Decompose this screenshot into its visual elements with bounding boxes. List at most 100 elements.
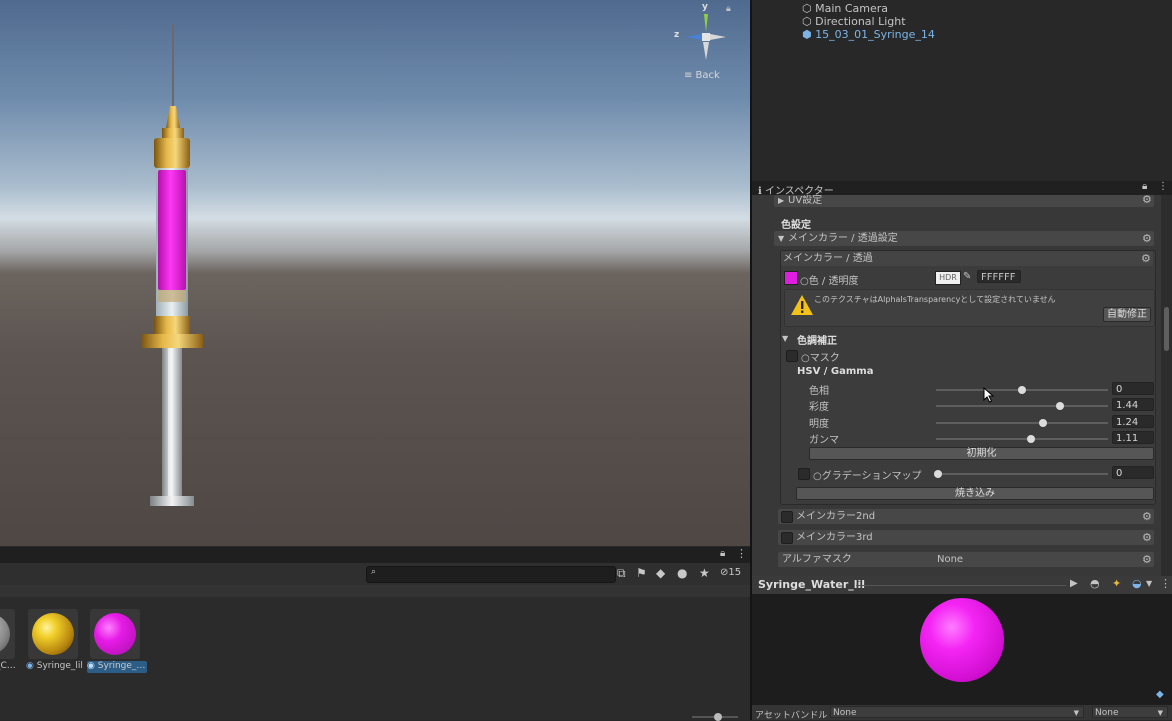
info-icon[interactable]: ●	[677, 566, 687, 580]
axis-gizmo-icon	[686, 14, 726, 60]
asset-bundle-bar: アセットバンドル None ▼ None ▼	[752, 705, 1172, 721]
hex-color-input[interactable]: FFFFFF	[977, 270, 1021, 283]
asset-label-tag-icon[interactable]: ◆	[1156, 689, 1164, 700]
search-by-type-icon[interactable]: ⧉	[617, 566, 626, 581]
project-search-input[interactable]: ⌕	[366, 566, 616, 583]
play-icon[interactable]: ▶	[1070, 578, 1078, 589]
material-name: Syringe_Water_lil	[758, 578, 866, 591]
collapse-arrow-icon: ▼	[778, 234, 785, 243]
gear-icon[interactable]: ⚙	[1142, 231, 1152, 246]
collapse-arrow-icon[interactable]: ▼	[782, 334, 788, 343]
prefab-icon: ⬢	[802, 28, 812, 41]
asset-bundle-dropdown[interactable]: None ▼	[830, 706, 1084, 718]
material-preview[interactable]: ◆	[752, 595, 1172, 705]
chevron-down-icon[interactable]: ▼	[1146, 579, 1152, 588]
project-tab-bar: 🔒︎ ⋮	[0, 547, 750, 563]
favorite-star-icon[interactable]: ★	[699, 566, 710, 580]
light-icon[interactable]: ✦	[1112, 577, 1121, 590]
more-menu-icon[interactable]: ⋮	[1158, 181, 1168, 192]
breadcrumb-bar	[0, 585, 750, 597]
asset-thumbnail[interactable]	[0, 609, 15, 659]
sphere-icon[interactable]: ◓	[1090, 577, 1100, 590]
hue-value-field[interactable]: 0	[1112, 382, 1154, 395]
gear-icon[interactable]: ⚙	[1142, 530, 1152, 545]
main-color-2nd-checkbox[interactable]	[781, 511, 793, 523]
gamma-slider[interactable]	[936, 435, 1108, 443]
liquid	[158, 170, 186, 290]
slider-knob[interactable]	[934, 470, 942, 478]
bake-button[interactable]: 焼き込み	[796, 487, 1154, 500]
gear-icon[interactable]: ⚙	[1142, 195, 1152, 205]
zoom-slider[interactable]	[692, 713, 738, 721]
lock-icon[interactable]: 🔒︎	[726, 4, 731, 14]
saturation-value-field[interactable]: 1.44	[1112, 398, 1154, 411]
main-color-3rd-checkbox[interactable]	[781, 532, 793, 544]
inspector-scrollbar[interactable]	[1161, 195, 1172, 576]
warning-icon	[791, 295, 813, 315]
preview-mesh-icon[interactable]: ◒	[1132, 577, 1142, 590]
material-icon: ◉	[26, 661, 34, 671]
preview-drag-handle[interactable]	[856, 585, 1066, 586]
asset-thumbnail-selected[interactable]	[90, 609, 140, 659]
gear-icon[interactable]: ⚙	[1142, 552, 1152, 567]
chevron-down-icon: ▼	[1073, 709, 1079, 717]
section-title: 色設定	[781, 220, 811, 231]
slider-knob[interactable]	[1018, 386, 1026, 394]
uv-settings-header[interactable]: ▶ UV設定 ⚙	[774, 195, 1154, 207]
expand-arrow-icon: ▶	[778, 196, 785, 205]
slider-knob[interactable]	[1055, 402, 1064, 410]
main-color-header[interactable]: ▼ メインカラー / 透過設定 ⚙	[774, 231, 1154, 246]
back-button[interactable]: ≡ Back	[684, 70, 720, 81]
more-menu-icon[interactable]: ⋮	[1160, 577, 1171, 590]
gameobject-icon: ⬡	[802, 15, 812, 28]
gear-icon[interactable]: ⚙	[1142, 509, 1152, 524]
main-color-subheader: メインカラー / 透過 ⚙	[781, 251, 1153, 266]
value-slider[interactable]	[936, 419, 1108, 427]
gamma-value-field[interactable]: 1.11	[1112, 431, 1154, 444]
gradation-map-slider[interactable]	[934, 470, 1108, 478]
gradation-map-checkbox[interactable]	[798, 468, 810, 480]
eyedropper-icon[interactable]: ✎	[963, 271, 971, 282]
gear-icon[interactable]: ⚙	[1141, 251, 1151, 266]
slider-knob[interactable]	[1038, 419, 1047, 427]
more-menu-icon[interactable]: ⋮	[736, 547, 747, 560]
finger-flange	[141, 334, 203, 348]
hierarchy-item[interactable]: ⬡ Directional Light	[802, 15, 906, 28]
label-tag-icon[interactable]: ◆	[656, 566, 665, 580]
hierarchy-item-prefab[interactable]: ⬢ 15_03_01_Syringe_14	[802, 28, 935, 41]
color-swatch[interactable]	[784, 271, 798, 285]
asset-bundle-variant-dropdown[interactable]: None ▼	[1092, 706, 1168, 718]
gradation-map-value-field[interactable]: 0	[1112, 466, 1154, 479]
hierarchy-item[interactable]: ⬡ Main Camera	[802, 2, 888, 15]
hidden-count: 15	[728, 567, 742, 578]
scene-gizmo[interactable]: y z 🔒︎	[668, 2, 732, 66]
mouse-cursor-icon	[983, 387, 995, 403]
main-color-2nd-header[interactable]: メインカラー2nd ⚙	[778, 509, 1154, 524]
mask-checkbox[interactable]	[786, 350, 798, 362]
asset-thumbnail[interactable]	[28, 609, 78, 659]
reset-button[interactable]: 初期化	[809, 447, 1154, 460]
project-panel: 🔒︎ ⋮ ⌕ ⧉ ⚑ ◆ ● ★ ⊘15 _C… ◉ Syringe_lil ◉…	[0, 547, 750, 721]
search-by-label-icon[interactable]: ⚑	[636, 566, 647, 580]
hue-slider[interactable]	[936, 386, 1108, 394]
chevron-down-icon: ▼	[1157, 709, 1163, 717]
value-value-field[interactable]: 1.24	[1112, 415, 1154, 428]
asset-label: _C…	[0, 661, 16, 671]
scene-view[interactable]: y z 🔒︎ ≡ Back	[0, 0, 750, 546]
alpha-mask-field[interactable]: None	[934, 553, 1141, 566]
lock-icon[interactable]: 🔒︎	[1142, 181, 1147, 192]
material-icon: ◉	[87, 661, 95, 671]
gradation-map-label: ○グラデーションマップ	[813, 471, 922, 482]
syringe-model[interactable]	[130, 20, 220, 510]
lock-icon[interactable]: 🔒︎	[720, 548, 725, 559]
saturation-slider[interactable]	[936, 402, 1108, 410]
hierarchy-panel: ⬡ Main Camera ⬡ Directional Light ⬢ 15_0…	[752, 0, 1172, 180]
inspector-tab-bar: ℹ インスペクター 🔒︎ ⋮	[752, 181, 1172, 197]
hdr-color-button[interactable]: HDR	[935, 271, 961, 285]
alpha-mask-header[interactable]: アルファマスク None ⚙	[778, 552, 1154, 567]
hidden-packages-icon[interactable]: ⊘15	[720, 567, 741, 578]
auto-fix-button[interactable]: 自動修正	[1103, 307, 1151, 322]
inspector-panel: ▶ UV設定 ⚙ 色設定 ▼ メインカラー / 透過設定 ⚙ メインカラー / …	[752, 195, 1172, 576]
main-color-3rd-header[interactable]: メインカラー3rd ⚙	[778, 530, 1154, 545]
hsv-title: HSV / Gamma	[797, 366, 874, 377]
